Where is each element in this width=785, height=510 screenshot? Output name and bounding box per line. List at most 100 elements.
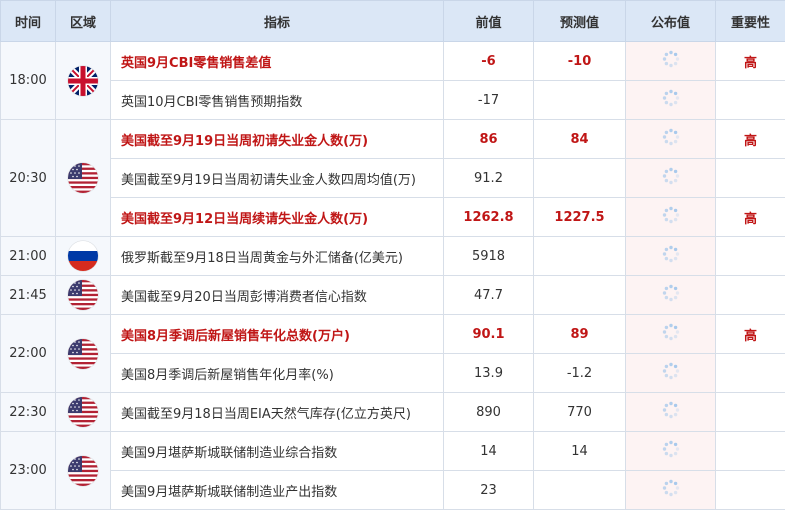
table-row[interactable]: 23:00 美国9月堪萨斯城联储制造业综合指数 14 14	[0, 431, 785, 510]
importance-badge: 高	[715, 314, 785, 354]
table-row[interactable]: 21:45 美国截至9月20日当周彭博消费者信心指数 47.7	[0, 275, 785, 315]
importance-badge: 高	[715, 119, 785, 159]
forecast-value	[533, 158, 626, 198]
indicator-cell: 英国9月CBI零售销售差值	[110, 41, 444, 81]
time-cell: 20:30	[0, 119, 56, 237]
forecast-value: 770	[533, 392, 626, 432]
previous-value: 86	[443, 119, 534, 159]
previous-value: 13.9	[443, 353, 534, 393]
importance-badge: 高	[715, 41, 785, 81]
indicator-cell: 美国截至9月12日当周续请失业金人数(万)	[110, 197, 444, 237]
forecast-value: -10	[533, 41, 626, 81]
region-cell	[55, 236, 111, 276]
loading-spinner-icon	[661, 127, 681, 151]
published-value	[625, 431, 716, 471]
header-region: 区域	[55, 0, 111, 42]
previous-value: 5918	[443, 236, 534, 276]
header-published: 公布值	[625, 0, 716, 42]
uk-flag-icon	[68, 65, 98, 96]
importance-badge	[715, 353, 785, 393]
us-flag-icon	[68, 163, 98, 193]
indicator-cell: 美国8月季调后新屋销售年化总数(万户)	[110, 314, 444, 354]
loading-spinner-icon	[661, 322, 681, 346]
published-value	[625, 236, 716, 276]
forecast-value	[533, 236, 626, 276]
table-row[interactable]: 18:00 英国9月CBI零售销售差值 -6 -10 高	[0, 41, 785, 120]
us-flag-icon	[68, 338, 98, 369]
region-cell	[55, 392, 111, 432]
table-row[interactable]: 美国9月堪萨斯城联储制造业产出指数 23	[1, 470, 785, 510]
previous-value: 90.1	[443, 314, 534, 354]
indicator-cell: 美国截至9月18日当周EIA天然气库存(亿立方英尺)	[110, 392, 444, 432]
time-cell: 23:00	[0, 431, 56, 510]
us-flag-icon	[68, 455, 98, 486]
region-cell	[55, 275, 111, 315]
forecast-value	[533, 80, 626, 120]
forecast-value	[533, 275, 626, 315]
importance-badge	[715, 431, 785, 471]
time-cell: 22:30	[0, 392, 56, 432]
time-cell: 18:00	[0, 41, 56, 120]
forecast-value: 84	[533, 119, 626, 159]
published-value	[625, 80, 716, 120]
importance-badge	[715, 470, 785, 510]
previous-value: 23	[443, 470, 534, 510]
loading-spinner-icon	[661, 439, 681, 463]
time-cell: 21:45	[0, 275, 56, 315]
table-row[interactable]: 美国8月季调后新屋销售年化月率(%) 13.9 -1.2	[1, 353, 785, 393]
published-value	[625, 119, 716, 159]
table-row[interactable]: 美国截至9月12日当周续请失业金人数(万) 1262.8 1227.5 高	[1, 197, 785, 237]
loading-spinner-icon	[661, 49, 681, 73]
table-header: 时间 区域 指标 前值 预测值 公布值 重要性	[0, 0, 785, 42]
loading-spinner-icon	[661, 283, 681, 307]
importance-badge	[715, 80, 785, 120]
previous-value: 14	[443, 431, 534, 471]
loading-spinner-icon	[661, 244, 681, 268]
previous-value: -6	[443, 41, 534, 81]
loading-spinner-icon	[661, 205, 681, 229]
header-previous: 前值	[443, 0, 534, 42]
loading-spinner-icon	[661, 478, 681, 502]
previous-value: 1262.8	[443, 197, 534, 237]
previous-value: 47.7	[443, 275, 534, 315]
previous-value: -17	[443, 80, 534, 120]
header-forecast: 预测值	[533, 0, 626, 42]
header-time: 时间	[0, 0, 56, 42]
region-cell	[55, 119, 111, 237]
published-value	[625, 275, 716, 315]
loading-spinner-icon	[661, 166, 681, 190]
published-value	[625, 197, 716, 237]
header-importance: 重要性	[715, 0, 785, 42]
indicator-cell: 美国截至9月19日当周初请失业金人数四周均值(万)	[110, 158, 444, 198]
table-row[interactable]: 美国截至9月19日当周初请失业金人数四周均值(万) 91.2	[1, 158, 785, 198]
published-value	[625, 392, 716, 432]
region-cell	[55, 314, 111, 393]
indicator-cell: 美国截至9月20日当周彭博消费者信心指数	[110, 275, 444, 315]
header-indicator: 指标	[110, 0, 444, 42]
published-value	[625, 353, 716, 393]
table-row[interactable]: 21:00 俄罗斯截至9月18日当周黄金与外汇储备(亿美元) 5918	[0, 236, 785, 276]
indicator-cell: 美国8月季调后新屋销售年化月率(%)	[110, 353, 444, 393]
loading-spinner-icon	[661, 400, 681, 424]
importance-badge	[715, 158, 785, 198]
table-row[interactable]: 22:30 美国截至9月18日当周EIA天然气库存(亿立方英尺) 890 770	[0, 392, 785, 432]
published-value	[625, 314, 716, 354]
us-flag-icon	[68, 397, 98, 427]
loading-spinner-icon	[661, 361, 681, 385]
forecast-value: 14	[533, 431, 626, 471]
previous-value: 91.2	[443, 158, 534, 198]
russia-flag-icon	[68, 241, 98, 271]
table-row[interactable]: 22:00 美国8月季调后新屋销售年化总数(万户) 90.1 89 高	[0, 314, 785, 393]
us-flag-icon	[68, 280, 98, 310]
region-cell	[55, 41, 111, 120]
region-cell	[55, 431, 111, 510]
table-row[interactable]: 20:30 美国截至9月19日当周初请失业金人数(万) 86 84 高	[0, 119, 785, 237]
time-cell: 21:00	[0, 236, 56, 276]
importance-badge	[715, 275, 785, 315]
indicator-cell: 英国10月CBI零售销售预期指数	[110, 80, 444, 120]
forecast-value: -1.2	[533, 353, 626, 393]
table-row[interactable]: 英国10月CBI零售销售预期指数 -17	[1, 80, 785, 120]
indicator-cell: 美国截至9月19日当周初请失业金人数(万)	[110, 119, 444, 159]
forecast-value	[533, 470, 626, 510]
previous-value: 890	[443, 392, 534, 432]
